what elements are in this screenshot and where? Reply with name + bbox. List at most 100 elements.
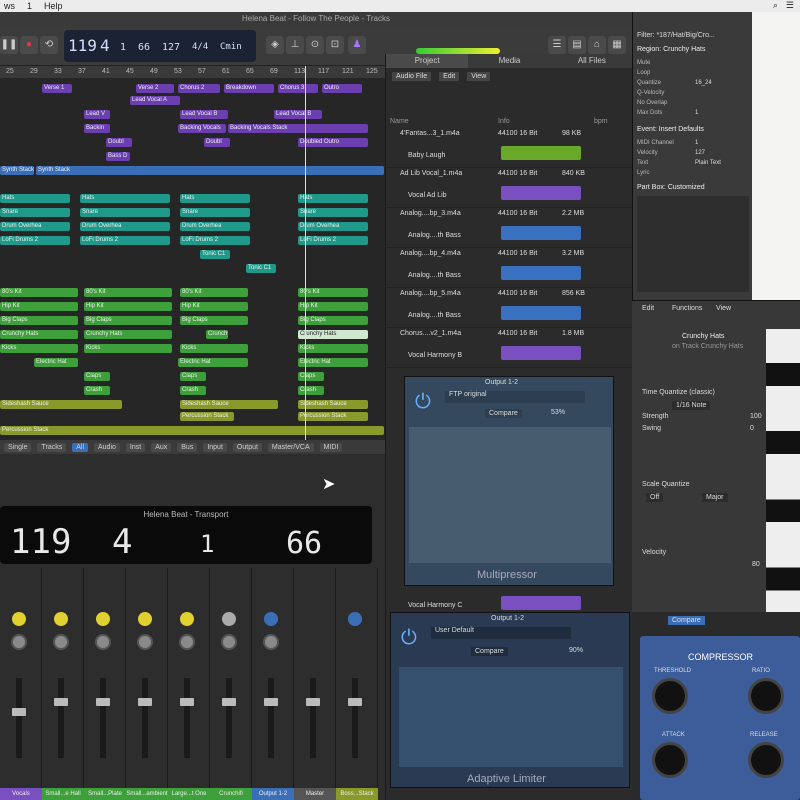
region[interactable]: Crunchy Hats xyxy=(206,330,228,339)
pan-knob[interactable] xyxy=(222,612,236,626)
tab-media[interactable]: Media xyxy=(468,54,550,68)
compressor-plugin[interactable]: Compare COMPRESSOR THRESHOLD RATIO ATTAC… xyxy=(632,612,800,800)
region[interactable]: Big Claps xyxy=(180,316,248,325)
mixer-view-tracks[interactable]: Tracks xyxy=(37,442,67,452)
menu-item[interactable]: 1 xyxy=(27,1,32,11)
region[interactable]: Lead Vocal B xyxy=(274,110,322,119)
mixer-filter-master[interactable]: Master/VCA xyxy=(267,442,314,452)
region[interactable]: 80's Kit xyxy=(180,288,248,297)
region[interactable]: Hats xyxy=(298,194,368,203)
region[interactable]: Crash xyxy=(180,386,206,395)
region[interactable]: Claps xyxy=(180,372,206,381)
tab-all-files[interactable]: All Files xyxy=(551,54,633,68)
channel-strip[interactable]: Output 1-2 xyxy=(252,568,294,800)
region[interactable]: Crash xyxy=(298,386,324,395)
channel-strip[interactable]: Crunchifi xyxy=(210,568,252,800)
file-row[interactable]: Analog....bp_3.m4a 44100 16 Bit 2.2 MB A… xyxy=(386,208,633,248)
release-knob[interactable] xyxy=(748,742,784,778)
inspector-row[interactable]: MIDI Channel 1 xyxy=(637,140,749,149)
waveform[interactable] xyxy=(501,306,581,320)
tracks-area[interactable]: 25 29 33 37 41 45 49 53 57 61 65 69 113 … xyxy=(0,66,385,440)
region[interactable]: Drum Overhea xyxy=(180,222,250,231)
region[interactable]: Lead Vocal A xyxy=(130,96,180,105)
channel-strip[interactable]: Small...ambient xyxy=(126,568,168,800)
inspector-row[interactable]: Lyric xyxy=(637,170,749,179)
view-menu[interactable]: View xyxy=(467,72,491,81)
ratio-knob[interactable] xyxy=(748,678,784,714)
region[interactable]: Drum Overhea xyxy=(80,222,170,231)
region[interactable]: Kicks xyxy=(180,344,248,353)
region[interactable]: Crunchy Hats xyxy=(0,330,78,339)
channel-strip[interactable]: Vocals xyxy=(0,568,42,800)
compare-button[interactable]: Compare xyxy=(485,409,522,418)
part-box-title[interactable]: Part Box: Customized xyxy=(637,184,705,191)
send-knob[interactable] xyxy=(179,634,195,650)
functions-menu[interactable]: Functions xyxy=(672,305,702,312)
mixer-filter-midi[interactable]: MIDI xyxy=(319,442,343,452)
region[interactable]: Crunchy Hats xyxy=(84,330,172,339)
tuner-icon[interactable]: ◈ xyxy=(266,36,284,54)
region[interactable]: Hip Kit xyxy=(0,302,78,311)
inspector-row[interactable]: Loop xyxy=(637,70,749,79)
region[interactable]: Percussion Stack xyxy=(180,412,234,421)
pan-knob[interactable] xyxy=(96,612,110,626)
waveform[interactable] xyxy=(501,226,581,240)
preset-menu[interactable]: User Default xyxy=(431,627,571,639)
mixer-filter-output[interactable]: Output xyxy=(232,442,262,452)
volume-fader[interactable] xyxy=(54,678,68,758)
tuning-fork-icon[interactable]: ♟ xyxy=(348,36,366,54)
power-icon[interactable]: ⏻ xyxy=(401,627,417,650)
region[interactable]: Snare xyxy=(80,208,170,217)
file-row[interactable]: 4'Fantas...3_1.m4a 44100 16 Bit 98 KB Ba… xyxy=(386,128,633,168)
volume-fader[interactable] xyxy=(264,678,278,758)
region[interactable]: Drum Overhea xyxy=(0,222,70,231)
lcd-display[interactable]: 119 4 1 66 127 4/4 Cmin xyxy=(64,30,256,62)
adaptive-limiter-plugin[interactable]: Output 1-2 ⏻ User Default Compare 90% Ad… xyxy=(390,612,630,788)
edit-menu[interactable]: Edit xyxy=(642,305,654,312)
volume-fader[interactable] xyxy=(12,678,26,758)
compare-button[interactable]: Compare xyxy=(471,647,508,656)
inspector-row[interactable]: Mute xyxy=(637,60,749,69)
tab-project[interactable]: Project xyxy=(386,54,469,68)
region[interactable]: Crash xyxy=(84,386,110,395)
menu-list-icon[interactable]: ☰ xyxy=(786,0,794,11)
region[interactable]: Kicks xyxy=(298,344,368,353)
region[interactable]: Sideshash Sauce xyxy=(180,400,278,409)
channel-strip[interactable]: Small...Plate xyxy=(84,568,126,800)
file-row[interactable]: Analog....bp_5.m4a 44100 16 Bit 856 KB A… xyxy=(386,288,633,328)
send-knob[interactable] xyxy=(263,634,279,650)
menu-item[interactable]: ws xyxy=(4,1,15,11)
region[interactable]: Hip Kit xyxy=(298,302,368,311)
region[interactable]: Verse 1 xyxy=(42,84,72,93)
region[interactable]: LoFi Drums 2 xyxy=(180,236,250,245)
mixer-filter-audio[interactable]: Audio xyxy=(94,442,120,452)
region[interactable]: Snare xyxy=(298,208,368,217)
region[interactable]: Synth Stack xyxy=(0,166,34,175)
region[interactable]: Hip Kit xyxy=(180,302,248,311)
waveform[interactable] xyxy=(501,146,581,160)
col-info[interactable]: Info xyxy=(498,118,510,125)
mixer-filter-inst[interactable]: Inst xyxy=(125,442,146,452)
inspector-row[interactable]: No Overlap xyxy=(637,100,749,109)
pan-knob[interactable] xyxy=(348,612,362,626)
region[interactable]: Backing Vocals Stack xyxy=(228,124,368,133)
region[interactable]: 80's Kit xyxy=(84,288,172,297)
inspector-row[interactable]: Quantize 16_24 xyxy=(637,80,749,89)
region[interactable]: Outro xyxy=(322,84,362,93)
region[interactable]: Verse 2 xyxy=(136,84,174,93)
region[interactable]: Electric Hat xyxy=(298,358,368,367)
send-knob[interactable] xyxy=(95,634,111,650)
menu-item[interactable]: Help xyxy=(44,1,63,11)
region[interactable]: Snare xyxy=(180,208,250,217)
pan-knob[interactable] xyxy=(138,612,152,626)
channel-strip[interactable]: Small...e Hall xyxy=(42,568,84,800)
mixer-filter-all[interactable]: All xyxy=(72,442,88,452)
threshold-knob[interactable] xyxy=(652,678,688,714)
part-box-grid[interactable] xyxy=(637,196,749,292)
region[interactable]: Chorus 3 xyxy=(278,84,318,93)
pan-knob[interactable] xyxy=(54,612,68,626)
compare-button[interactable]: Compare xyxy=(668,616,705,625)
file-row[interactable]: Analog....bp_4.m4a 44100 16 Bit 3.2 MB A… xyxy=(386,248,633,288)
volume-fader[interactable] xyxy=(306,678,320,758)
region[interactable]: Big Claps xyxy=(298,316,368,325)
